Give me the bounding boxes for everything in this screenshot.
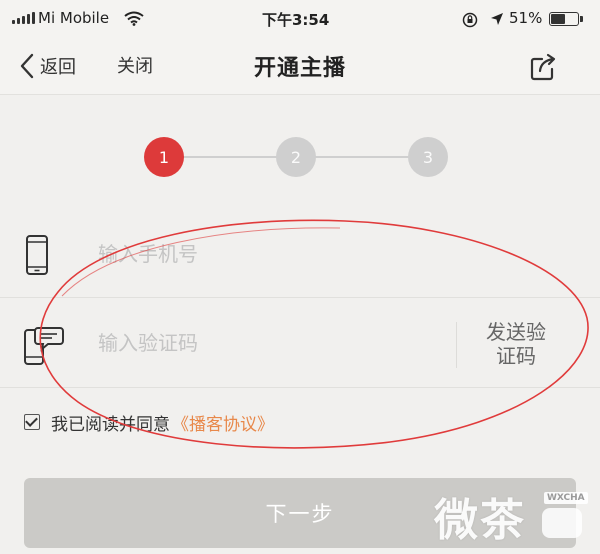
location-icon	[491, 13, 503, 25]
carrier-name: Mi Mobile	[38, 9, 110, 27]
status-bar: Mi Mobile 下午3:54 51%	[0, 0, 600, 40]
step-connector	[314, 156, 410, 158]
status-time: 下午3:54	[262, 11, 330, 29]
step-connector	[182, 156, 278, 158]
send-code-button[interactable]: 发送验 证码	[468, 320, 564, 368]
agreement-text: 我已阅读并同意	[51, 414, 170, 435]
agreement-link[interactable]: 《播客协议》	[172, 410, 274, 435]
next-step-button[interactable]: 下一步	[24, 478, 576, 548]
agreement-row: 我已阅读并同意 《播客协议》	[24, 410, 274, 435]
phone-row	[0, 212, 600, 298]
step-2: 2	[276, 137, 316, 177]
battery-fill	[551, 14, 566, 24]
share-icon[interactable]	[526, 49, 562, 85]
verification-code-input[interactable]	[98, 325, 428, 361]
check-icon	[25, 414, 38, 427]
phone-input[interactable]	[98, 236, 428, 272]
step-1: 1	[144, 137, 184, 177]
progress-stepper: 1 2 3	[0, 94, 600, 224]
page-title: 开通主播	[253, 56, 346, 81]
nav-bar: 返回 关闭 开通主播	[0, 40, 600, 95]
agreement-checkbox[interactable]	[24, 414, 40, 430]
battery-cap	[580, 16, 583, 22]
send-code-label-line2: 证码	[496, 344, 536, 368]
sms-code-icon	[24, 327, 64, 365]
code-row: 发送验 证码	[0, 298, 600, 388]
signal-icon	[12, 12, 35, 24]
wifi-icon	[124, 11, 144, 26]
orientation-lock-icon	[462, 12, 478, 28]
phone-icon	[26, 235, 48, 275]
send-code-label-line1: 发送验	[486, 320, 546, 344]
step-3: 3	[408, 137, 448, 177]
battery-percent: 51%	[509, 9, 543, 27]
battery-icon	[549, 12, 579, 26]
send-code-divider	[456, 322, 457, 368]
